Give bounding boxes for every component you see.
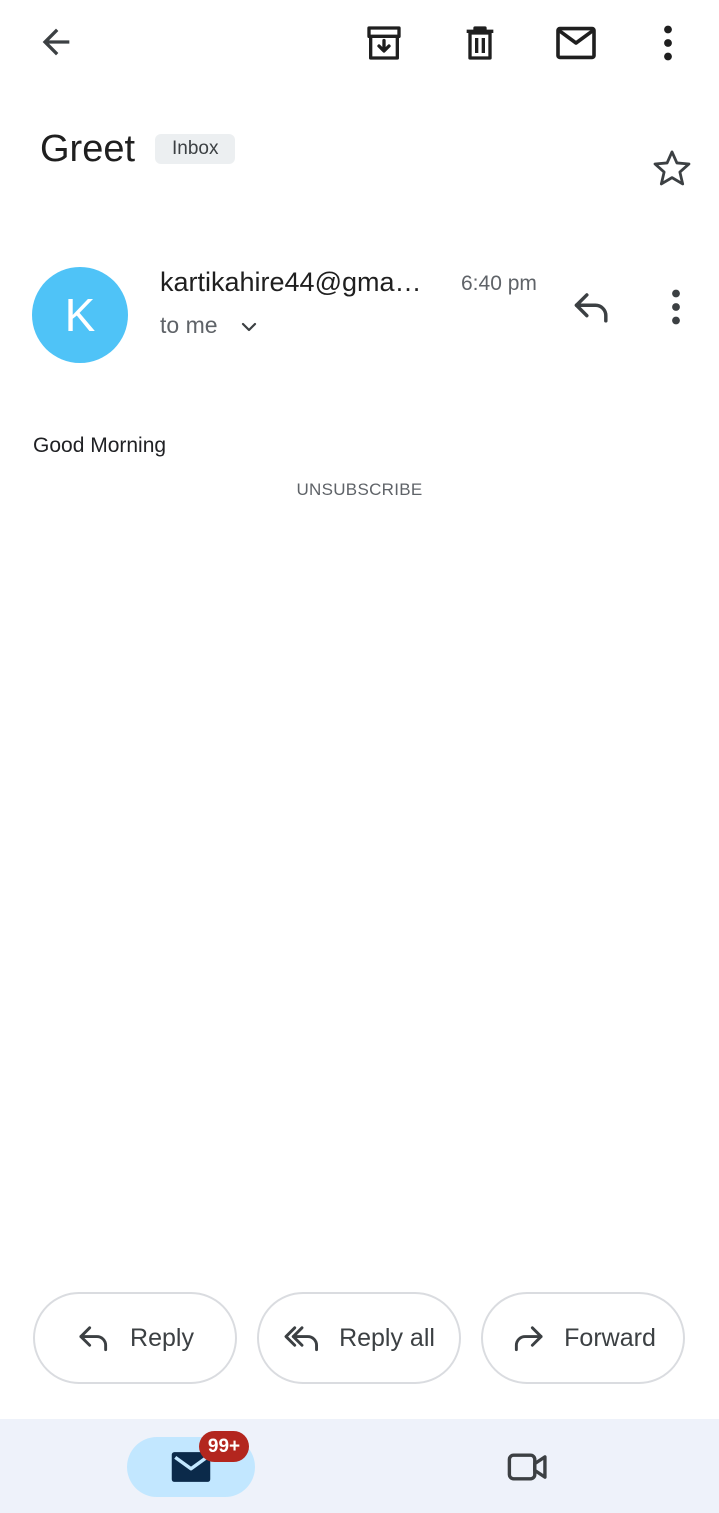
reply-button[interactable]: Reply	[33, 1292, 237, 1384]
reply-all-label: Reply all	[339, 1323, 435, 1352]
reply-all-icon	[284, 1326, 319, 1352]
forward-label: Forward	[564, 1323, 656, 1352]
more-vert-icon	[664, 25, 672, 61]
delete-button[interactable]	[452, 18, 508, 68]
back-button[interactable]	[28, 18, 84, 66]
sender-name[interactable]: kartikahire44@gma…	[160, 264, 450, 300]
quick-reply-button[interactable]	[566, 284, 618, 330]
archive-button[interactable]	[356, 18, 412, 68]
more-vert-icon	[672, 289, 680, 325]
email-body: Good Morning	[33, 434, 167, 457]
bottom-navigation-bar	[0, 1419, 719, 1513]
arrow-back-icon	[42, 28, 70, 56]
archive-icon	[367, 26, 401, 60]
more-options-button[interactable]	[644, 18, 692, 68]
message-more-button[interactable]	[654, 284, 698, 330]
unsubscribe-link[interactable]: UNSUBSCRIBE	[0, 478, 719, 502]
nav-meet-tab[interactable]	[504, 1446, 552, 1488]
email-time: 6:40 pm	[461, 272, 537, 295]
delete-icon	[466, 26, 494, 60]
chevron-down-icon	[241, 322, 257, 332]
label-chip-inbox[interactable]: Inbox	[155, 134, 236, 164]
reply-all-button[interactable]: Reply all	[257, 1292, 461, 1384]
reply-icon	[79, 1326, 108, 1352]
expand-details-button[interactable]	[236, 314, 262, 340]
forward-icon	[515, 1326, 543, 1352]
unread-count-badge: 99+	[199, 1431, 249, 1462]
star-outline-icon	[653, 150, 691, 186]
sender-avatar[interactable]: K	[32, 267, 128, 363]
reply-label: Reply	[130, 1323, 194, 1352]
mark-unread-button[interactable]	[548, 18, 604, 68]
forward-button[interactable]: Forward	[481, 1292, 685, 1384]
recipient-summary[interactable]: to me	[160, 310, 218, 340]
videocam-icon	[507, 1453, 547, 1481]
star-button[interactable]	[648, 144, 696, 192]
mail-icon	[556, 26, 596, 60]
reply-icon	[574, 293, 608, 323]
email-subject: Greet	[40, 128, 136, 170]
